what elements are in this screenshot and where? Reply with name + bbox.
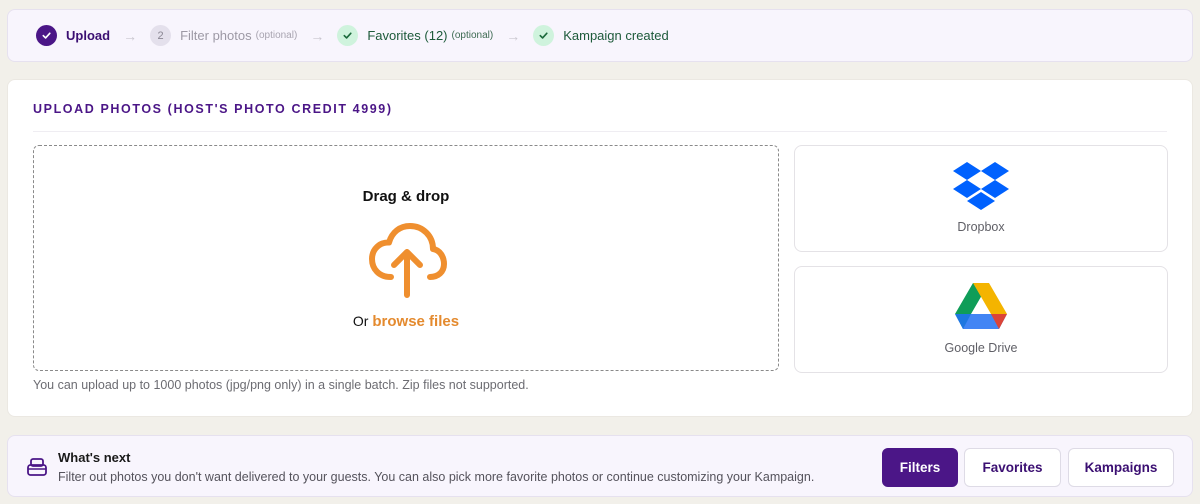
cloud-upload-icon <box>369 223 447 298</box>
step-label: Favorites (12) <box>367 28 448 43</box>
step-optional-tag: (optional) <box>255 30 298 41</box>
check-icon <box>337 25 359 46</box>
favorites-button[interactable]: Favorites <box>964 448 1061 487</box>
browse-files-link[interactable]: browse files <box>372 313 459 330</box>
google-drive-logo-icon <box>955 283 1007 329</box>
upload-panel: UPLOAD PHOTOS (HOST'S PHOTO CREDIT 4999)… <box>7 79 1193 417</box>
google-drive-source-button[interactable]: Google Drive <box>794 266 1168 373</box>
dropbox-logo-icon <box>953 162 1009 210</box>
arrow-right-icon: → <box>123 27 138 44</box>
step-favorites[interactable]: Favorites (12) (optional) <box>337 25 493 47</box>
arrow-right-icon: → <box>506 27 521 44</box>
source-label: Google Drive <box>944 341 1018 355</box>
dropzone-title: Drag & drop <box>362 188 450 205</box>
upload-hint: You can upload up to 1000 photos (jpg/pn… <box>33 378 529 392</box>
inbox-tray-icon <box>27 458 47 476</box>
whats-next-description: Filter out photos you don't want deliver… <box>58 470 815 484</box>
dropzone[interactable]: Drag & drop Or browse files <box>33 145 779 371</box>
check-icon <box>36 25 57 46</box>
filters-button[interactable]: Filters <box>882 448 958 487</box>
dropbox-source-button[interactable]: Dropbox <box>794 145 1168 252</box>
step-label: Kampaign created <box>563 28 669 43</box>
step-optional-tag: (optional) <box>451 30 494 41</box>
stepper: Upload → 2 Filter photos (optional) → Fa… <box>7 9 1193 62</box>
dropzone-or-line: Or browse files <box>34 313 778 330</box>
whats-next-bar: What's next Filter out photos you don't … <box>7 435 1193 497</box>
step-filter-photos[interactable]: 2 Filter photos (optional) <box>150 25 297 47</box>
source-label: Dropbox <box>957 220 1005 234</box>
step-number-badge: 2 <box>150 25 172 46</box>
step-label: Upload <box>66 28 111 43</box>
step-label: Filter photos <box>180 28 252 43</box>
check-icon <box>533 25 555 46</box>
upload-title: UPLOAD PHOTOS (HOST'S PHOTO CREDIT 4999) <box>33 102 393 116</box>
arrow-right-icon: → <box>310 27 325 44</box>
step-upload[interactable]: Upload <box>36 25 110 47</box>
kampaigns-button[interactable]: Kampaigns <box>1068 448 1174 487</box>
divider <box>33 131 1167 132</box>
whats-next-title: What's next <box>58 450 131 465</box>
or-text: Or <box>352 313 369 329</box>
step-kampaign-created[interactable]: Kampaign created <box>533 25 669 47</box>
